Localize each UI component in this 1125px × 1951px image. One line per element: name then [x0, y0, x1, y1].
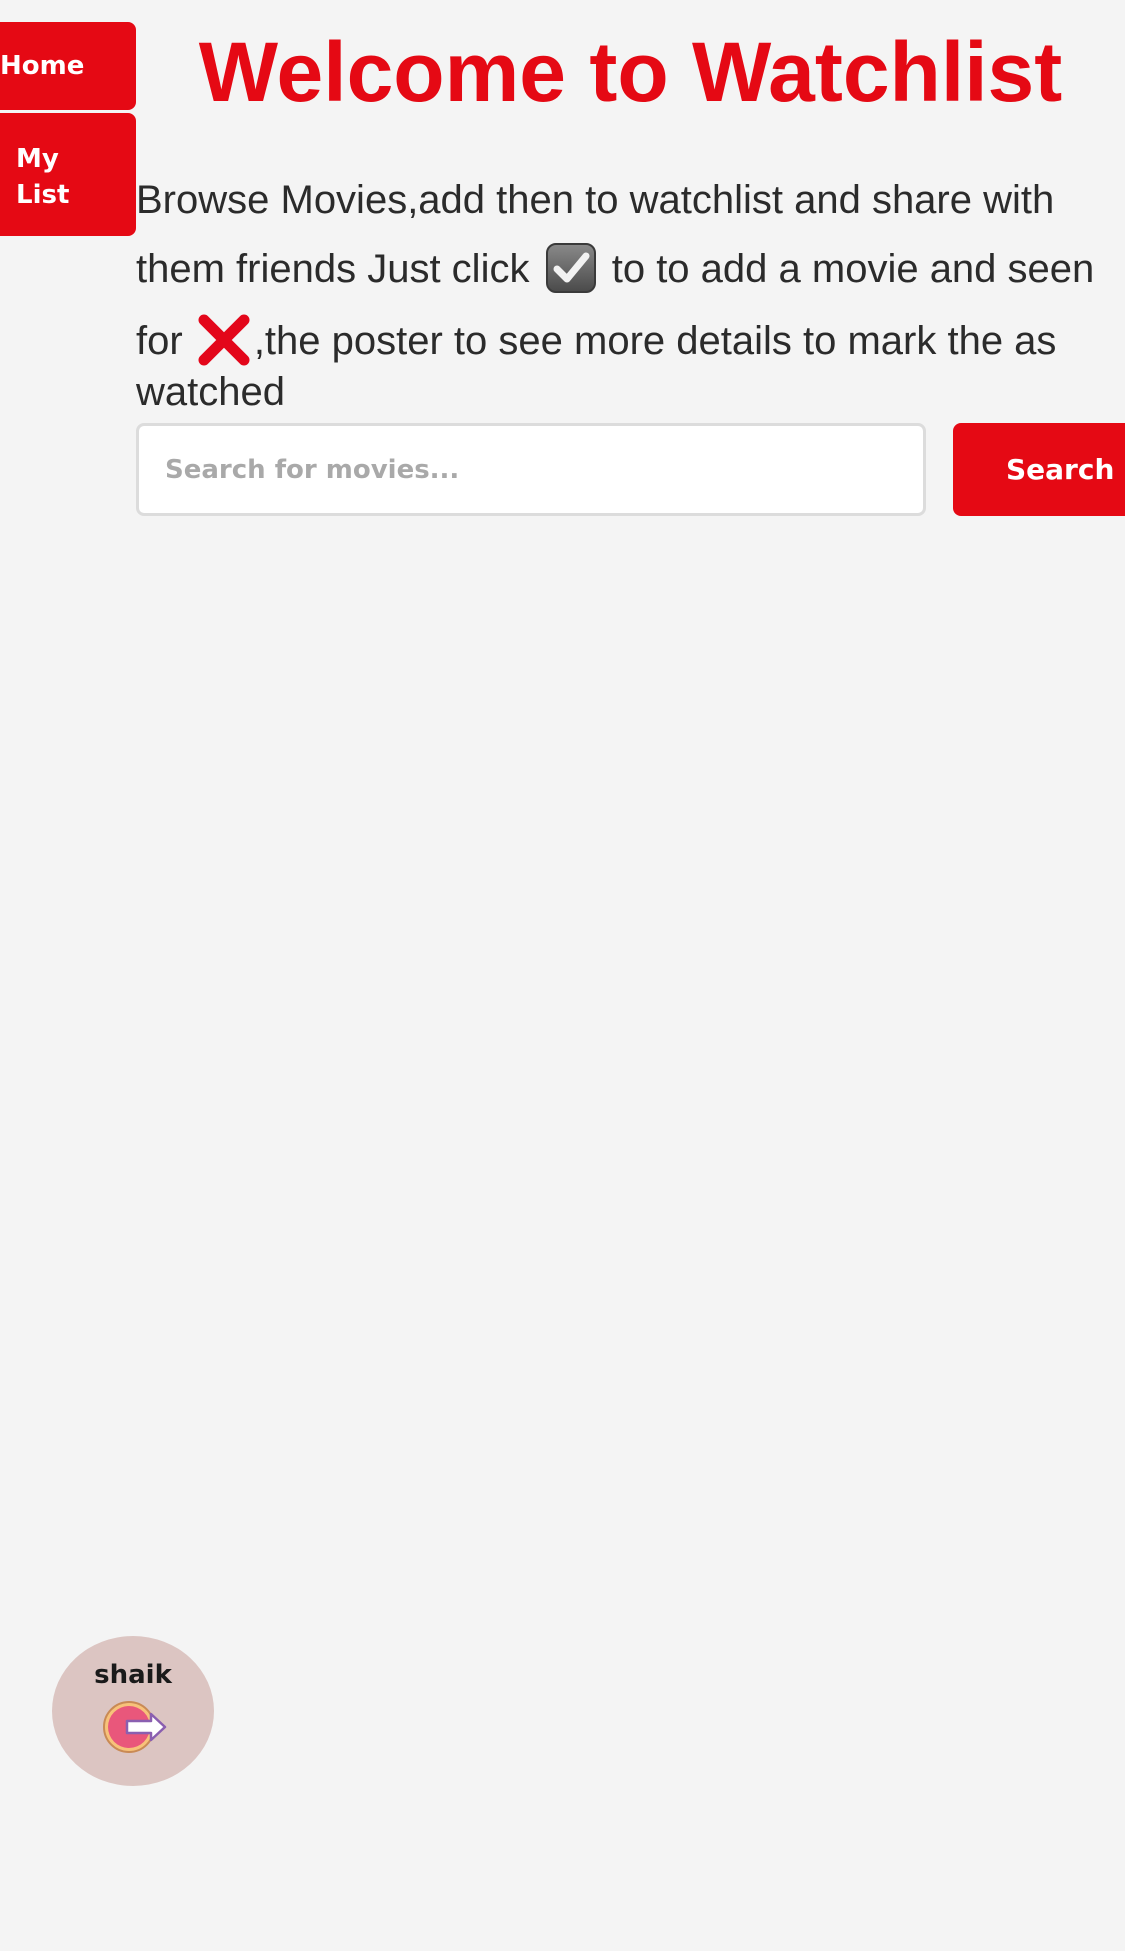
side-nav: Home My List [0, 22, 136, 236]
nav-my-list-button[interactable]: My List [0, 113, 136, 236]
nav-my-list-label: My List [16, 144, 70, 210]
cross-mark-icon [198, 314, 250, 366]
intro-line-3-start: for [136, 319, 183, 363]
user-badge[interactable]: shaik [52, 1636, 214, 1786]
user-name: shaik [94, 1660, 172, 1690]
intro-line-4: watched [136, 370, 285, 414]
intro-line-2: them friends Just click to to add a movi… [136, 242, 1094, 294]
intro-line-3-end: ,the poster to see more details to mark … [253, 319, 1057, 363]
search-button[interactable]: Search [953, 423, 1125, 516]
intro-line-2-end: to to add a movie and seen [611, 247, 1095, 291]
intro-line-1: Browse Movies,add then to watchlist and … [136, 178, 1055, 222]
watchlist-page: Home My List Welcome to Watchlist Browse… [0, 0, 1125, 1951]
intro-line-2-start: them friends Just click [136, 247, 530, 291]
intro-line-3: for ,the poster to see more details to m… [136, 312, 1056, 368]
checkbox-checked-icon [545, 243, 596, 293]
logout-icon[interactable] [99, 1699, 169, 1755]
page-title: Welcome to Watchlist [198, 25, 1063, 119]
nav-home-button[interactable]: Home [0, 22, 136, 110]
search-input[interactable] [136, 423, 926, 516]
